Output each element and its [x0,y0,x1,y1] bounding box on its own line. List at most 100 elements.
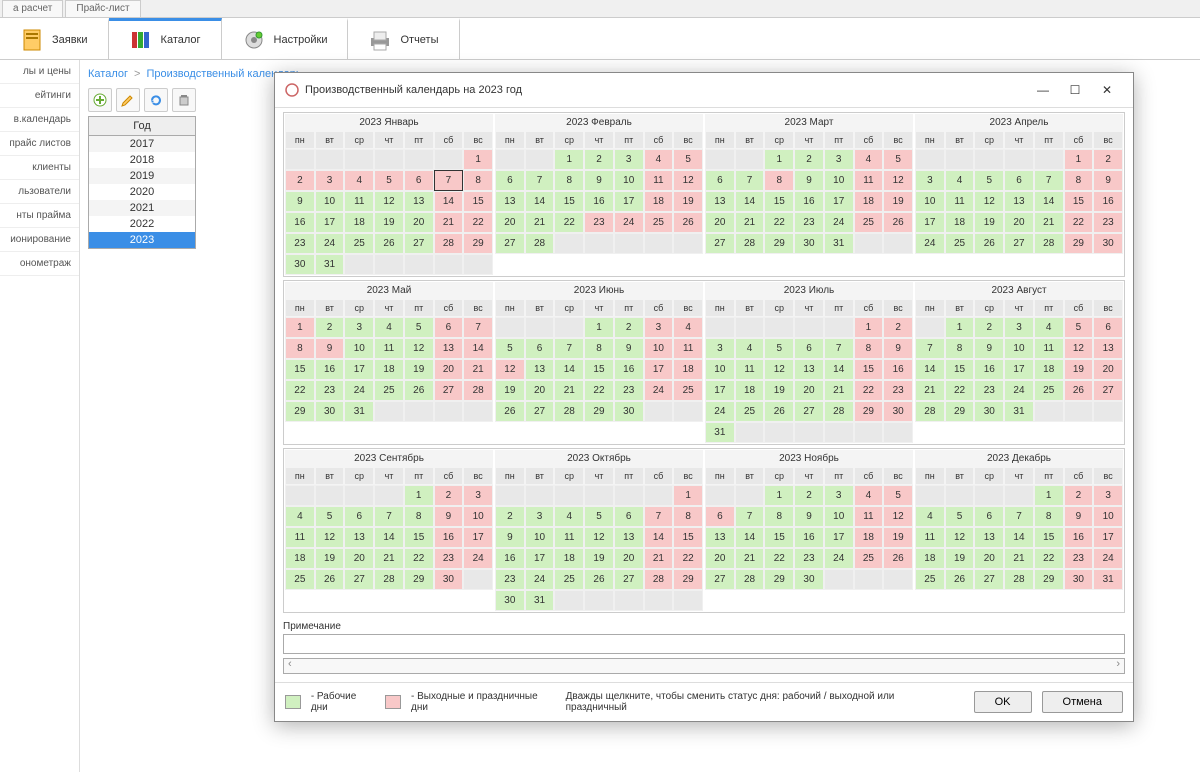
calendar-day[interactable]: 13 [1004,191,1034,212]
calendar-day[interactable]: 8 [945,338,975,359]
calendar-day[interactable]: 7 [374,506,404,527]
calendar-day[interactable]: 22 [1034,548,1064,569]
calendar-day[interactable]: 18 [915,548,945,569]
calendar-day[interactable]: 1 [764,485,794,506]
calendar-day[interactable]: 6 [344,506,374,527]
calendar-day[interactable]: 16 [434,527,464,548]
calendar-day[interactable]: 22 [764,548,794,569]
calendar-day[interactable]: 6 [705,506,735,527]
calendar-day[interactable]: 10 [315,191,345,212]
calendar-day[interactable]: 4 [1034,317,1064,338]
calendar-day[interactable]: 1 [945,317,975,338]
calendar-day[interactable]: 27 [495,233,525,254]
calendar-day[interactable]: 23 [434,548,464,569]
calendar-day[interactable]: 17 [525,548,555,569]
calendar-day[interactable]: 26 [315,569,345,590]
calendar-day[interactable]: 25 [644,212,674,233]
calendar-day[interactable]: 13 [1093,338,1123,359]
calendar-day[interactable]: 5 [584,506,614,527]
calendar-day[interactable]: 26 [673,212,703,233]
calendar-day[interactable]: 14 [434,191,464,212]
calendar-day[interactable]: 19 [495,380,525,401]
year-row[interactable]: 2022 [89,216,195,232]
calendar-day[interactable]: 16 [614,359,644,380]
calendar-day[interactable]: 12 [404,338,434,359]
calendar-day[interactable]: 5 [945,506,975,527]
calendar-day[interactable]: 28 [1034,233,1064,254]
calendar-day[interactable]: 8 [285,338,315,359]
calendar-day[interactable]: 17 [344,359,374,380]
calendar-day[interactable]: 2 [285,170,315,191]
calendar-day[interactable]: 21 [434,212,464,233]
calendar-day[interactable]: 6 [794,338,824,359]
calendar-day[interactable]: 14 [554,359,584,380]
calendar-day[interactable]: 27 [705,569,735,590]
year-row[interactable]: 2020 [89,184,195,200]
sidebar-item[interactable]: нты прайма [0,204,79,228]
calendar-day[interactable]: 29 [404,569,434,590]
ok-button[interactable]: OK [974,691,1032,713]
calendar-day[interactable]: 2 [584,149,614,170]
calendar-day[interactable]: 24 [824,212,854,233]
note-scrollbar[interactable] [283,658,1125,674]
calendar-day[interactable]: 2 [495,506,525,527]
calendar-day[interactable]: 5 [1064,317,1094,338]
calendar-day[interactable]: 17 [824,191,854,212]
calendar-day[interactable]: 8 [1064,170,1094,191]
calendar-day[interactable]: 15 [584,359,614,380]
calendar-day[interactable]: 30 [495,590,525,611]
calendar-day[interactable]: 10 [525,527,555,548]
calendar-day[interactable]: 11 [854,170,884,191]
calendar-day[interactable]: 17 [315,212,345,233]
calendar-day[interactable]: 9 [1064,506,1094,527]
year-row[interactable]: 2017 [89,136,195,152]
calendar-day[interactable]: 23 [614,380,644,401]
calendar-day[interactable]: 15 [945,359,975,380]
calendar-day[interactable]: 12 [764,359,794,380]
calendar-day[interactable]: 8 [1034,506,1064,527]
calendar-day[interactable]: 14 [735,527,765,548]
calendar-day[interactable]: 31 [705,422,735,443]
calendar-day[interactable]: 2 [794,149,824,170]
calendar-day[interactable]: 5 [495,338,525,359]
tab-requests[interactable]: Заявки [0,18,109,59]
calendar-day[interactable]: 22 [554,212,584,233]
calendar-day[interactable]: 21 [525,212,555,233]
calendar-day[interactable]: 4 [735,338,765,359]
calendar-day[interactable]: 27 [404,233,434,254]
calendar-day[interactable]: 16 [974,359,1004,380]
calendar-day[interactable]: 9 [883,338,913,359]
calendar-day[interactable]: 20 [525,380,555,401]
calendar-day[interactable]: 12 [1064,338,1094,359]
calendar-day[interactable]: 18 [374,359,404,380]
calendar-day[interactable]: 10 [344,338,374,359]
calendar-day[interactable]: 11 [854,506,884,527]
calendar-day[interactable]: 27 [434,380,464,401]
calendar-day[interactable]: 16 [495,548,525,569]
calendar-day[interactable]: 29 [584,401,614,422]
sidebar-item[interactable]: ионирование [0,228,79,252]
calendar-day[interactable]: 30 [315,401,345,422]
calendar-day[interactable]: 28 [374,569,404,590]
calendar-day[interactable]: 24 [644,380,674,401]
calendar-day[interactable]: 26 [1064,380,1094,401]
calendar-day[interactable]: 14 [915,359,945,380]
calendar-day[interactable]: 27 [794,401,824,422]
tab-settings[interactable]: Настройки [222,18,349,59]
calendar-day[interactable]: 18 [673,359,703,380]
calendar-day[interactable]: 7 [735,170,765,191]
calendar-day[interactable]: 13 [404,191,434,212]
calendar-day[interactable]: 1 [463,149,493,170]
calendar-day[interactable]: 3 [463,485,493,506]
calendar-day[interactable]: 20 [344,548,374,569]
calendar-day[interactable]: 17 [644,359,674,380]
calendar-day[interactable]: 14 [824,359,854,380]
calendar-day[interactable]: 31 [1093,569,1123,590]
edit-button[interactable] [116,88,140,112]
calendar-day[interactable]: 22 [404,548,434,569]
calendar-day[interactable]: 12 [374,191,404,212]
calendar-day[interactable]: 19 [945,548,975,569]
calendar-day[interactable]: 6 [525,338,555,359]
calendar-day[interactable]: 16 [794,527,824,548]
calendar-day[interactable]: 27 [974,569,1004,590]
